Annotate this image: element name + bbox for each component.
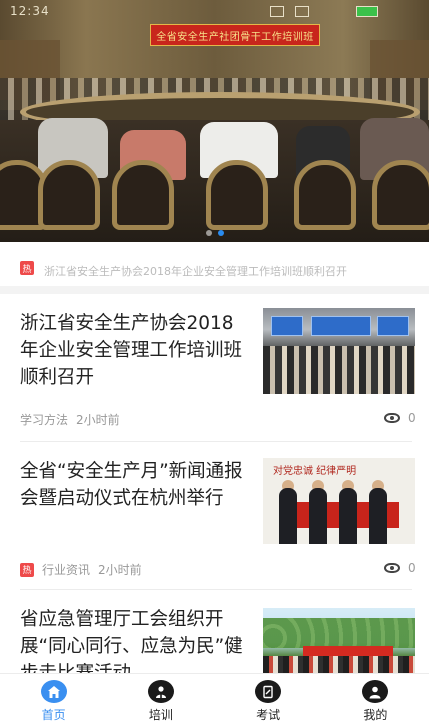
news-meta: 学习方法 2小时前 <box>20 411 120 428</box>
news-item[interactable]: 全省“安全生产月”新闻通报会暨启动仪式在杭州举行 对党忠诚 纪律严明 热 行业资… <box>0 442 429 588</box>
news-time: 2小时前 <box>76 413 120 427</box>
tab-home[interactable]: 首页 <box>0 674 107 723</box>
signal-icon <box>295 6 309 17</box>
thumb-red-banner <box>303 646 393 656</box>
tab-training[interactable]: 培训 <box>107 674 214 723</box>
thumb-screen <box>377 316 409 336</box>
news-views: 0 <box>384 411 416 425</box>
news-time: 2小时前 <box>98 563 142 577</box>
ticker-text[interactable]: 浙江省安全生产协会2018年企业安全管理工作培训班顺利召开 <box>44 263 414 277</box>
news-views: 0 <box>384 561 416 575</box>
thumb-screen <box>271 316 303 336</box>
home-icon <box>40 680 67 703</box>
news-item[interactable]: 浙江省安全生产协会2018年企业安全管理工作培训班顺利召开 学习方法 2小时前 … <box>0 294 429 440</box>
training-icon <box>147 680 174 703</box>
carousel-dot[interactable] <box>205 230 212 236</box>
news-item[interactable]: 省应急管理厅工会组织开展“同心同行、应急为民”健步走比赛活动 <box>0 590 429 694</box>
exam-icon <box>255 680 282 703</box>
hero-carousel[interactable]: 全省安全生产社团骨干工作培训班 12:34 <box>0 0 429 242</box>
view-count: 0 <box>408 411 416 425</box>
news-title[interactable]: 全省“安全生产月”新闻通报会暨启动仪式在杭州举行 <box>20 458 252 512</box>
thumb-screen <box>311 316 371 336</box>
tab-label: 考试 <box>256 708 281 722</box>
hero-meeting-banner: 全省安全生产社团骨干工作培训班 <box>150 24 320 46</box>
news-category: 学习方法 <box>20 413 69 427</box>
tab-label: 我的 <box>363 708 388 722</box>
tab-exam[interactable]: 考试 <box>215 674 322 723</box>
hero-banner-text: 全省安全生产社团骨干工作培训班 <box>156 31 314 43</box>
view-count: 0 <box>408 561 416 575</box>
news-thumbnail[interactable]: 对党忠诚 纪律严明 <box>263 458 415 544</box>
bottom-tab-bar: 首页 培训 考试 我的 <box>0 673 429 723</box>
thumb-person <box>339 488 357 544</box>
eye-icon <box>384 413 400 423</box>
thumb-person <box>309 488 327 544</box>
thumb-crowd <box>263 346 415 394</box>
hero-chair <box>206 160 268 230</box>
news-category: 行业资讯 <box>42 563 91 577</box>
hero-chair <box>112 160 174 230</box>
profile-icon <box>362 680 389 703</box>
hero-chair <box>372 160 429 230</box>
news-ticker[interactable]: 热 浙江省安全生产协会2018年企业安全管理工作培训班顺利召开 <box>0 255 429 281</box>
hero-chair <box>38 160 100 230</box>
carousel-dot-active[interactable] <box>217 230 224 236</box>
status-time: 12:34 <box>10 4 50 18</box>
tab-label: 培训 <box>148 708 173 722</box>
hot-badge: 热 <box>20 562 34 577</box>
section-divider <box>0 286 429 294</box>
thumb-person <box>369 488 387 544</box>
hot-badge: 热 <box>20 261 34 275</box>
thumb-trees <box>263 618 415 648</box>
news-meta: 热 行业资讯 2小时前 <box>20 561 142 578</box>
thumb-slogan: 对党忠诚 纪律严明 <box>273 466 357 477</box>
tab-profile[interactable]: 我的 <box>322 674 429 723</box>
hero-chair <box>294 160 356 230</box>
tab-label: 首页 <box>41 708 66 722</box>
app-page: 全省安全生产社团骨干工作培训班 12:34 热 浙江省安全生产协会2018年企业… <box>0 0 429 723</box>
battery-icon <box>356 6 378 17</box>
eye-icon <box>384 563 400 573</box>
news-title[interactable]: 浙江省安全生产协会2018年企业安全管理工作培训班顺利召开 <box>20 310 252 391</box>
carousel-indicator <box>0 230 429 236</box>
thumb-person <box>279 488 297 544</box>
news-thumbnail[interactable] <box>263 308 415 394</box>
wifi-icon <box>270 6 284 17</box>
status-bar: 12:34 <box>0 0 429 24</box>
